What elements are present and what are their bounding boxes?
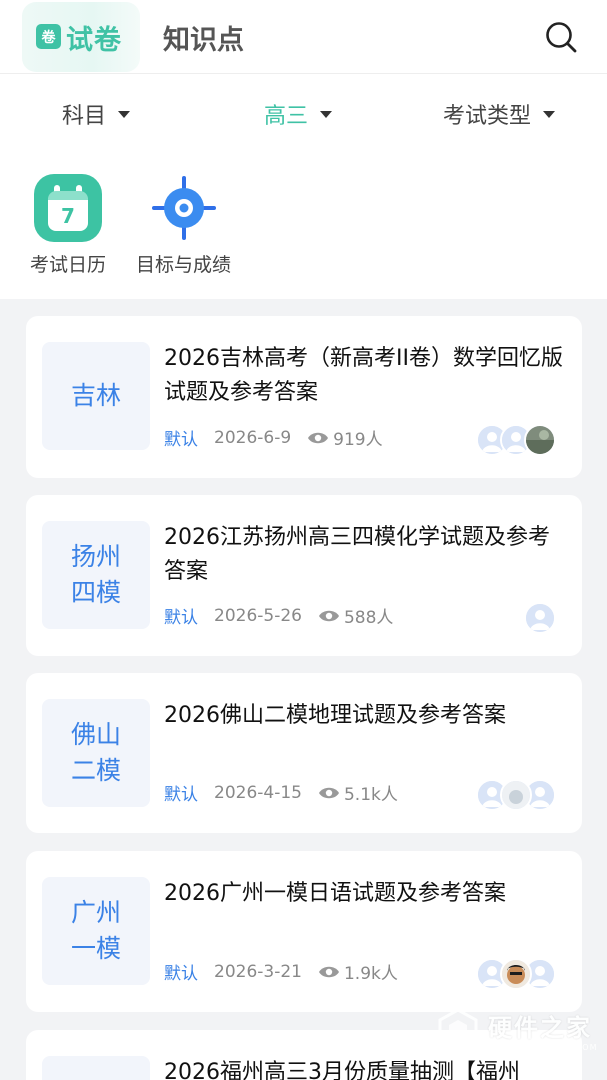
viewer-avatars	[476, 779, 556, 813]
view-count: 588人	[343, 608, 394, 628]
top-bar: 卷 试卷 知识点	[0, 0, 607, 74]
eye-icon	[318, 787, 339, 798]
subject-dropdown-label: 科目	[62, 104, 107, 129]
thumbnail-line: 四模	[70, 578, 121, 607]
thumbnail-line: 二模	[70, 756, 121, 785]
paper-meta: 默认 2026-3-21 1.9k人	[164, 959, 398, 985]
thumbnail-line: 扬州	[70, 542, 121, 571]
view-count: 5.1k人	[343, 785, 398, 805]
paper-card[interactable]: 广州 一模 2026广州一模日语试题及参考答案 默认 2026-3-21 1.9…	[26, 851, 582, 1012]
paper-title: 2026吉林高考（新高考II卷）数学回忆版试题及参考答案	[164, 346, 563, 405]
eye-icon	[318, 966, 339, 977]
publish-date: 2026-6-9	[214, 427, 292, 448]
category-tag: 默认	[164, 785, 198, 805]
category-tag: 默认	[164, 608, 198, 628]
goals-scores-label: 目标与成绩	[136, 254, 232, 276]
avatar	[524, 424, 556, 456]
grade-dropdown-label: 高三	[264, 104, 309, 129]
exam-type-dropdown-label: 考试类型	[443, 104, 532, 129]
site-watermark: 硬件之家 YING JIAN ZHI JIA.COM	[436, 1008, 597, 1052]
filter-panel: 科目 高三 考试类型 7 考试日历 目标与成绩	[0, 74, 607, 299]
paper-thumbnail: 佛山 二模	[42, 699, 150, 807]
paper-title: 2026广州一模日语试题及参考答案	[164, 881, 506, 906]
paper-card[interactable]: 佛山 二模 2026佛山二模地理试题及参考答案 默认 2026-4-15 5.1…	[26, 673, 582, 833]
eye-icon	[318, 610, 339, 621]
publish-date: 2026-5-26	[214, 605, 302, 626]
paper-card[interactable]: 扬州 四模 2026江苏扬州高三四模化学试题及参考答案 默认 2026-5-26…	[26, 495, 582, 656]
view-count: 1.9k人	[343, 964, 398, 984]
paper-meta: 默认 2026-4-15 5.1k人	[164, 780, 398, 806]
caret-down-icon	[320, 110, 333, 118]
eye-icon	[308, 432, 329, 443]
paper-title: 2026福州高三3月份质量抽测【福州	[164, 1060, 520, 1080]
watermark-logo-icon	[438, 1008, 478, 1052]
tab-papers-label[interactable]: 试卷	[66, 18, 122, 57]
papers-badge-icon: 卷	[36, 24, 61, 49]
view-count: 919人	[333, 430, 383, 450]
paper-title: 2026佛山二模地理试题及参考答案	[164, 703, 506, 728]
avatar	[500, 779, 532, 811]
avatar	[500, 958, 532, 990]
exam-calendar-button[interactable]: 7 考试日历	[30, 174, 106, 277]
exam-type-dropdown[interactable]: 考试类型	[443, 98, 556, 130]
calendar-day: 7	[48, 191, 88, 231]
paper-thumbnail: 吉林	[42, 342, 150, 450]
viewer-avatars	[476, 424, 556, 458]
thumbnail-line: 广州	[70, 898, 121, 927]
caret-down-icon	[118, 110, 131, 118]
paper-title: 2026江苏扬州高三四模化学试题及参考答案	[164, 525, 550, 584]
caret-down-icon	[543, 110, 556, 118]
watermark-text: 硬件之家	[488, 1014, 592, 1042]
grade-dropdown[interactable]: 高三	[264, 98, 333, 130]
viewer-avatars	[476, 958, 556, 992]
thumbnail-line: 吉林	[70, 381, 121, 410]
tab-knowledge-points[interactable]: 知识点	[163, 18, 244, 57]
target-icon	[150, 174, 218, 242]
category-tag: 默认	[164, 430, 198, 450]
paper-thumbnail: 广州 一模	[42, 877, 150, 985]
thumbnail-line: 佛山	[70, 720, 121, 749]
avatar	[524, 602, 556, 634]
publish-date: 2026-3-21	[214, 961, 302, 982]
paper-meta: 默认 2026-5-26 588人	[164, 603, 394, 629]
viewer-avatars	[524, 602, 556, 636]
paper-card[interactable]: 吉林 2026吉林高考（新高考II卷）数学回忆版试题及参考答案 默认 2026-…	[26, 316, 582, 478]
category-tag: 默认	[164, 964, 198, 984]
search-icon[interactable]	[544, 20, 578, 54]
calendar-icon: 7	[34, 174, 102, 242]
watermark-url: YING JIAN ZHI JIA.COM	[488, 1043, 598, 1052]
publish-date: 2026-4-15	[214, 782, 302, 803]
thumbnail-line: 一模	[70, 934, 121, 963]
paper-meta: 默认 2026-6-9 919人	[164, 425, 383, 451]
paper-thumbnail: 扬州 四模	[42, 521, 150, 629]
paper-thumbnail	[42, 1056, 150, 1080]
exam-calendar-label: 考试日历	[30, 254, 107, 276]
subject-dropdown[interactable]: 科目	[62, 98, 131, 130]
goals-scores-button[interactable]: 目标与成绩	[136, 174, 231, 277]
